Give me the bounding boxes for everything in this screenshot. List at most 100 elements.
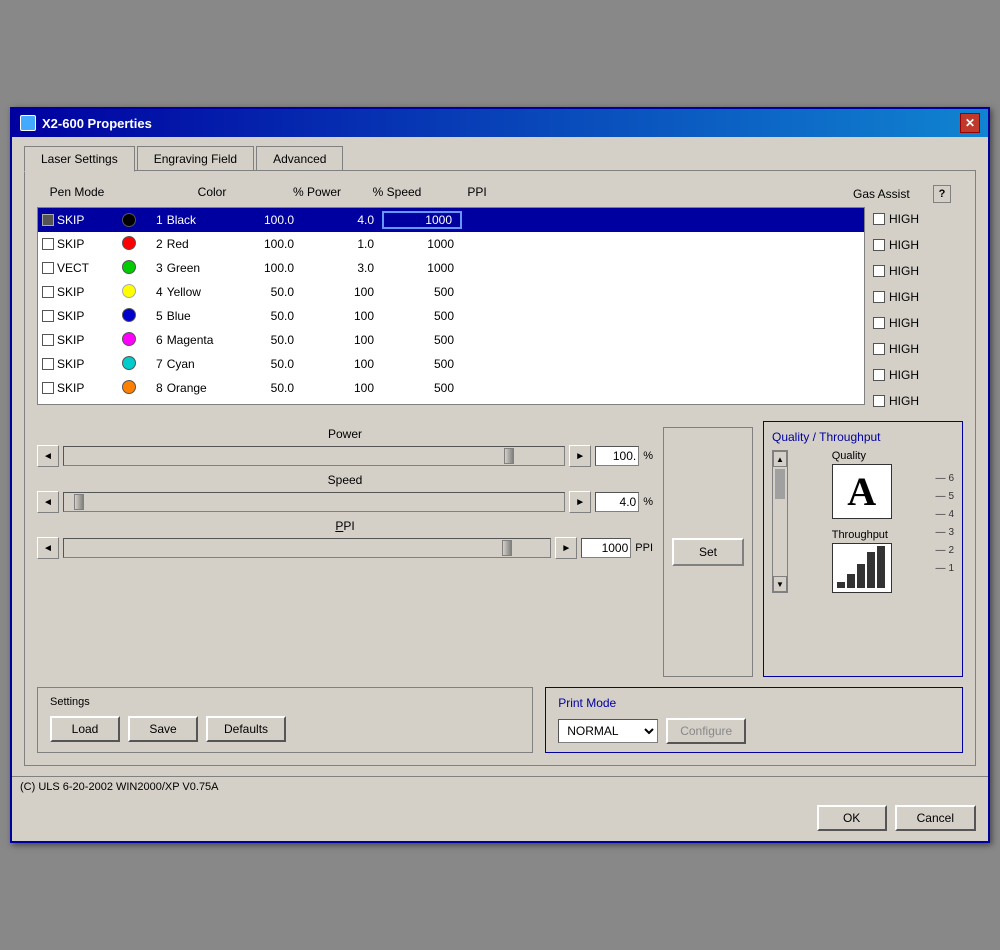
pen-mode-label: SKIP [57, 309, 84, 323]
gas-assist-checkbox[interactable] [873, 239, 885, 251]
gas-assist-checkbox[interactable] [873, 369, 885, 381]
pen-mode-label: SKIP [57, 285, 84, 299]
power-thumb[interactable] [504, 448, 514, 464]
gas-value: HIGH [889, 394, 919, 408]
speed-val: 3.0 [302, 261, 382, 275]
power-input[interactable] [595, 446, 639, 466]
table-row[interactable]: SKIP 7Cyan 50.0 100 500 [38, 352, 864, 376]
load-button[interactable]: Load [50, 716, 120, 742]
table-row[interactable]: SKIP 8Orange 50.0 100 500 [38, 376, 864, 400]
gas-assist-checkbox[interactable] [873, 265, 885, 277]
tab-engraving-field[interactable]: Engraving Field [137, 146, 254, 172]
power-track[interactable] [63, 446, 565, 466]
pen-mode-label: SKIP [57, 381, 84, 395]
pen-mode-label: SKIP [57, 333, 84, 347]
ppi-right-btn[interactable]: ► [555, 537, 577, 559]
pen-mode-checkbox[interactable] [42, 382, 54, 394]
ppi-val: 500 [382, 357, 462, 371]
pen-mode-checkbox[interactable] [42, 310, 54, 322]
speed-val: 100 [302, 309, 382, 323]
speed-track[interactable] [63, 492, 565, 512]
print-mode-dropdown[interactable]: NORMAL HIGH QUALITY HIGH SPEED [558, 719, 658, 743]
close-button[interactable]: ✕ [960, 113, 980, 133]
ppi-val: 500 [382, 285, 462, 299]
scale-item: —4 [935, 506, 954, 524]
gas-value: HIGH [889, 290, 919, 304]
quality-panel: Quality / Throughput ▲ ▼ [763, 421, 963, 677]
pen-mode-checkbox[interactable] [42, 262, 54, 274]
table-area: SKIP 1 Black 100.0 4.0 1000 [37, 207, 963, 413]
speed-val: 1.0 [302, 237, 382, 251]
color-swatch [122, 284, 136, 298]
save-button[interactable]: Save [128, 716, 198, 742]
scroll-up[interactable]: ▲ [773, 451, 787, 467]
bottom-area: Settings Load Save Defaults Print Mode N… [37, 687, 963, 753]
quality-a-display: A [832, 464, 892, 519]
speed-slider-group: Speed ◄ ► % [37, 473, 653, 513]
gas-assist-list: HIGH HIGH HIGH HIGH HIGH HIGH HIGH HIGH [873, 207, 963, 413]
quality-scrollbar[interactable]: ▲ ▼ [772, 450, 788, 593]
ppi-val: 1000 [382, 211, 462, 229]
status-bar: (C) ULS 6-20-2002 WIN2000/XP V0.75A [12, 776, 988, 797]
gas-assist-checkbox[interactable] [873, 343, 885, 355]
ppi-val: 500 [382, 333, 462, 347]
ppi-thumb[interactable] [502, 540, 512, 556]
defaults-button[interactable]: Defaults [206, 716, 286, 742]
set-button[interactable]: Set [672, 538, 744, 566]
quality-title: Quality / Throughput [772, 430, 954, 444]
gas-assist-checkbox[interactable] [873, 395, 885, 407]
table-row[interactable]: SKIP 6Magenta 50.0 100 500 [38, 328, 864, 352]
cancel-button[interactable]: Cancel [895, 805, 976, 831]
pen-mode-label: SKIP [57, 213, 84, 227]
pen-mode-checkbox[interactable] [42, 286, 54, 298]
scroll-thumb [775, 469, 785, 499]
th-speed: % Speed [357, 185, 437, 203]
speed-slider-row: ◄ ► % [37, 491, 653, 513]
power-left-btn[interactable]: ◄ [37, 445, 59, 467]
pen-mode-checkbox[interactable] [42, 334, 54, 346]
scroll-down[interactable]: ▼ [773, 576, 787, 592]
title-bar: X2-600 Properties ✕ [12, 109, 988, 137]
tab-advanced[interactable]: Advanced [256, 146, 343, 172]
tab-panel-laser-settings: Pen Mode Color % Power % Speed PPI Gas A… [24, 170, 976, 766]
pen-mode-checkbox[interactable] [42, 238, 54, 250]
speed-right-btn[interactable]: ► [569, 491, 591, 513]
ppi-val: 500 [382, 309, 462, 323]
color-swatch [122, 356, 136, 370]
table-row[interactable]: SKIP 4Yellow 50.0 100 500 [38, 280, 864, 304]
gas-value: HIGH [889, 342, 919, 356]
tab-laser-settings[interactable]: Laser Settings [24, 146, 135, 172]
ppi-label: PPI [37, 519, 653, 533]
table-row[interactable]: SKIP 5Blue 50.0 100 500 [38, 304, 864, 328]
speed-input[interactable] [595, 492, 639, 512]
quality-section: Quality A [832, 450, 892, 519]
pen-mode-checkbox[interactable] [42, 214, 54, 226]
scale-item: —5 [935, 488, 954, 506]
table-row[interactable]: SKIP 1 Black 100.0 4.0 1000 [38, 208, 864, 232]
configure-button[interactable]: Configure [666, 718, 746, 744]
ppi-left-btn[interactable]: ◄ [37, 537, 59, 559]
speed-left-btn[interactable]: ◄ [37, 491, 59, 513]
ppi-input[interactable] [581, 538, 631, 558]
gas-value: HIGH [889, 238, 919, 252]
ppi-track[interactable] [63, 538, 551, 558]
gas-value: HIGH [889, 368, 919, 382]
ppi-slider-group: PPI ◄ ► PPI [37, 519, 653, 559]
gas-assist-checkbox[interactable] [873, 213, 885, 225]
speed-thumb[interactable] [74, 494, 84, 510]
settings-label: Settings [50, 696, 520, 708]
power-label: Power [37, 427, 653, 441]
power-slider-row: ◄ ► % [37, 445, 653, 467]
table-row[interactable]: SKIP 2Red 100.0 1.0 1000 [38, 232, 864, 256]
table-row[interactable]: VECT 3Green 100.0 3.0 1000 [38, 256, 864, 280]
gas-assist-checkbox[interactable] [873, 291, 885, 303]
tab-bar: Laser Settings Engraving Field Advanced [24, 145, 976, 171]
pen-mode-checkbox[interactable] [42, 358, 54, 370]
th-pen-mode: Pen Mode [37, 185, 117, 203]
gas-assist-row: HIGH [873, 337, 963, 361]
ok-button[interactable]: OK [817, 805, 887, 831]
help-button[interactable]: ? [933, 185, 951, 203]
th-help[interactable]: ? [933, 185, 963, 203]
gas-assist-checkbox[interactable] [873, 317, 885, 329]
power-right-btn[interactable]: ► [569, 445, 591, 467]
